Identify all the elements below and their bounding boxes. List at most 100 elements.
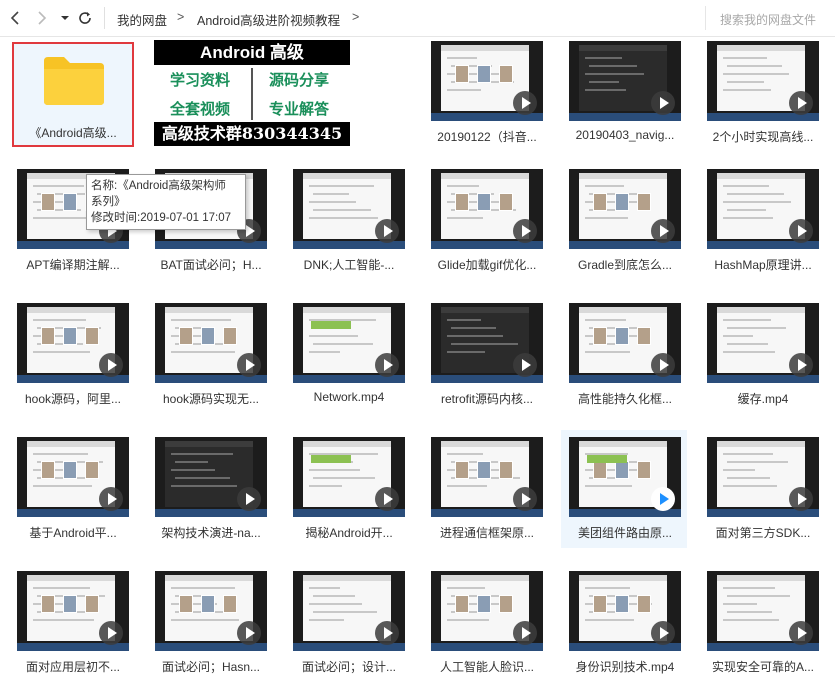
play-icon[interactable] (789, 487, 813, 511)
history-dropdown-button[interactable] (56, 9, 74, 27)
video-tile[interactable]: Network.mp4 (293, 303, 421, 421)
video-thumbnail[interactable] (569, 41, 681, 121)
video-tile[interactable]: 面对第三方SDK... (707, 437, 835, 555)
video-filename: Gradle到底怎么... (577, 258, 673, 272)
video-thumbnail[interactable] (431, 303, 543, 383)
promo-cell-source: 源码分享 (269, 71, 330, 89)
video-tile[interactable]: Gradle到底怎么... (569, 169, 697, 287)
video-thumbnail[interactable] (293, 571, 405, 651)
video-filename: 高性能持久化框... (577, 392, 672, 406)
video-thumbnail[interactable] (293, 437, 405, 517)
video-tile[interactable]: retrofit源码内核... (431, 303, 559, 421)
play-icon[interactable] (375, 487, 399, 511)
video-tile[interactable]: 进程通信框架原... (431, 437, 559, 555)
video-tile[interactable]: 架构技术演进-na... (155, 437, 283, 555)
video-tile[interactable]: 面对应用层初不... (17, 571, 145, 686)
video-filename: Glide加载gif优化... (437, 258, 537, 272)
video-filename: HashMap原理讲... (714, 258, 812, 272)
video-filename: 揭秘Android开... (305, 526, 393, 540)
video-thumbnail[interactable] (155, 571, 267, 651)
play-icon[interactable] (651, 353, 675, 377)
forward-button[interactable] (33, 9, 51, 27)
video-tile[interactable]: 实现安全可靠的A... (707, 571, 835, 686)
video-tile[interactable]: 2个小时实现高线... (707, 41, 835, 159)
play-icon[interactable] (513, 353, 537, 377)
play-icon[interactable] (789, 91, 813, 115)
back-button[interactable] (6, 9, 24, 27)
play-icon[interactable] (99, 621, 123, 645)
play-icon[interactable] (513, 621, 537, 645)
nav-divider (104, 7, 105, 29)
play-icon[interactable] (99, 353, 123, 377)
video-thumbnail[interactable] (707, 303, 819, 383)
play-icon[interactable] (651, 91, 675, 115)
video-tile[interactable]: 人工智能人脸识... (431, 571, 559, 686)
promo-banner-image[interactable]: Android 高级 学习资料 源码分享 全套视频 专业解答 高级技术群8303… (154, 40, 350, 146)
video-tile[interactable]: 20190122（抖音... (431, 41, 559, 159)
play-icon[interactable] (513, 91, 537, 115)
play-icon[interactable] (237, 621, 261, 645)
video-thumbnail[interactable] (17, 571, 129, 651)
play-icon[interactable] (237, 487, 261, 511)
promo-cell-materials: 学习资料 (170, 71, 231, 89)
video-thumbnail[interactable] (569, 571, 681, 651)
video-thumbnail[interactable] (155, 437, 267, 517)
play-icon[interactable] (237, 353, 261, 377)
search-field[interactable]: 搜索我的网盘文件 (705, 6, 832, 30)
breadcrumb-current-folder[interactable]: Android高级进阶视频教程 (197, 10, 340, 29)
video-tile[interactable]: DNK;人工智能-... (293, 169, 421, 287)
breadcrumb-my-drive[interactable]: 我的网盘 (117, 10, 167, 29)
video-thumbnail[interactable] (707, 41, 819, 121)
play-icon[interactable] (375, 353, 399, 377)
video-filename: 基于Android平... (29, 526, 117, 540)
video-thumbnail[interactable] (431, 41, 543, 121)
play-icon[interactable] (375, 219, 399, 243)
video-thumbnail[interactable] (431, 571, 543, 651)
play-icon[interactable] (789, 219, 813, 243)
play-icon[interactable] (789, 621, 813, 645)
play-icon[interactable] (651, 219, 675, 243)
video-thumbnail[interactable] (293, 303, 405, 383)
video-thumbnail[interactable] (707, 571, 819, 651)
video-tile[interactable]: HashMap原理讲... (707, 169, 835, 287)
search-placeholder: 搜索我的网盘文件 (720, 13, 817, 27)
video-tile[interactable]: 20190403_navig... (569, 41, 697, 159)
video-tile[interactable]: 缓存.mp4 (707, 303, 835, 421)
video-thumbnail[interactable] (707, 437, 819, 517)
video-tile[interactable]: hook源码，阿里... (17, 303, 145, 421)
video-thumbnail[interactable] (569, 437, 681, 517)
video-tile[interactable]: 面试必问；设计... (293, 571, 421, 686)
play-icon[interactable] (651, 487, 675, 511)
video-filename: BAT面试必问；H... (160, 258, 262, 272)
video-thumbnail[interactable] (431, 169, 543, 249)
video-thumbnail[interactable] (707, 169, 819, 249)
play-icon[interactable] (375, 621, 399, 645)
breadcrumb-separator-end[interactable]: > (352, 10, 359, 24)
video-thumbnail[interactable] (569, 303, 681, 383)
video-thumbnail[interactable] (431, 437, 543, 517)
video-filename: APT编译期注解... (26, 258, 120, 272)
video-tile[interactable]: 揭秘Android开... (293, 437, 421, 555)
video-tile[interactable]: 身份识别技术.mp4 (569, 571, 697, 686)
play-icon[interactable] (789, 353, 813, 377)
video-tile[interactable]: 面试必问；Hasn... (155, 571, 283, 686)
video-thumbnail[interactable] (155, 303, 267, 383)
refresh-button[interactable] (76, 9, 94, 27)
folder-name: 《Android高级... (29, 126, 117, 140)
video-tile[interactable]: hook源码实现无... (155, 303, 283, 421)
video-tile[interactable]: 基于Android平... (17, 437, 145, 555)
video-tile[interactable]: Glide加载gif优化... (431, 169, 559, 287)
video-thumbnail[interactable] (17, 437, 129, 517)
folder-tooltip: 名称:《Android高级架构师 系列》 修改时间:2019-07-01 17:… (86, 174, 246, 230)
play-icon[interactable] (651, 621, 675, 645)
video-filename: 20190403_navig... (575, 128, 675, 142)
video-tile[interactable]: 美团组件路由原... (561, 430, 697, 555)
video-tile[interactable]: 高性能持久化框... (569, 303, 697, 421)
video-thumbnail[interactable] (17, 303, 129, 383)
video-thumbnail[interactable] (293, 169, 405, 249)
folder-tile-selected[interactable]: 《Android高级... (12, 42, 134, 147)
play-icon[interactable] (513, 487, 537, 511)
video-thumbnail[interactable] (569, 169, 681, 249)
play-icon[interactable] (513, 219, 537, 243)
play-icon[interactable] (99, 487, 123, 511)
